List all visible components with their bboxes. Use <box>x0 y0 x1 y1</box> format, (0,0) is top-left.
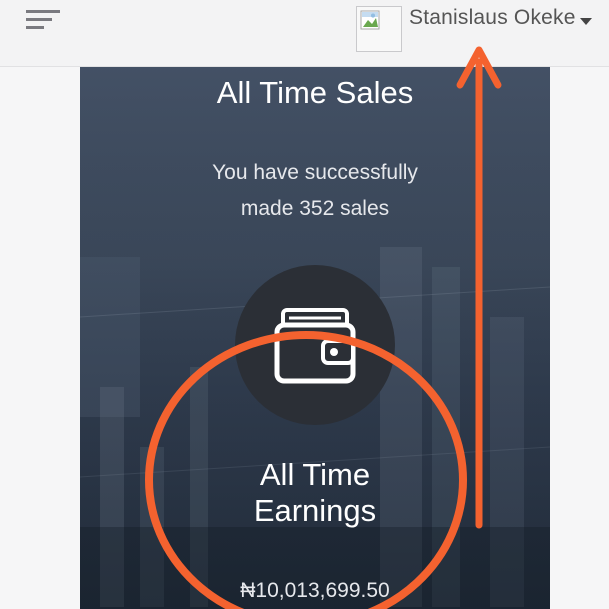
hamburger-menu-button[interactable] <box>26 8 66 32</box>
broken-image-icon <box>360 10 380 30</box>
wallet-icon <box>274 308 356 384</box>
user-name[interactable]: Stanislaus Okeke <box>409 6 576 30</box>
earnings-title-line1: All Time <box>259 457 371 492</box>
sales-subtitle-line2: made 352 sales <box>240 197 390 220</box>
sales-summary-card: All Time Sales You have successfully mad… <box>80 67 550 609</box>
wallet-badge <box>235 265 395 425</box>
screen: Stanislaus Okeke All Time Sales You have… <box>0 0 609 609</box>
caret-down-icon[interactable] <box>580 18 592 25</box>
earnings-value: ₦10,013,699.50 <box>240 579 390 602</box>
hamburger-menu-icon <box>26 10 60 29</box>
all-time-sales-title: All Time Sales <box>216 75 414 110</box>
top-header: Stanislaus Okeke <box>0 0 609 67</box>
earnings-title-line2: Earnings <box>253 493 377 528</box>
user-avatar[interactable] <box>356 6 402 52</box>
sales-subtitle-line1: You have successfully <box>212 161 418 184</box>
